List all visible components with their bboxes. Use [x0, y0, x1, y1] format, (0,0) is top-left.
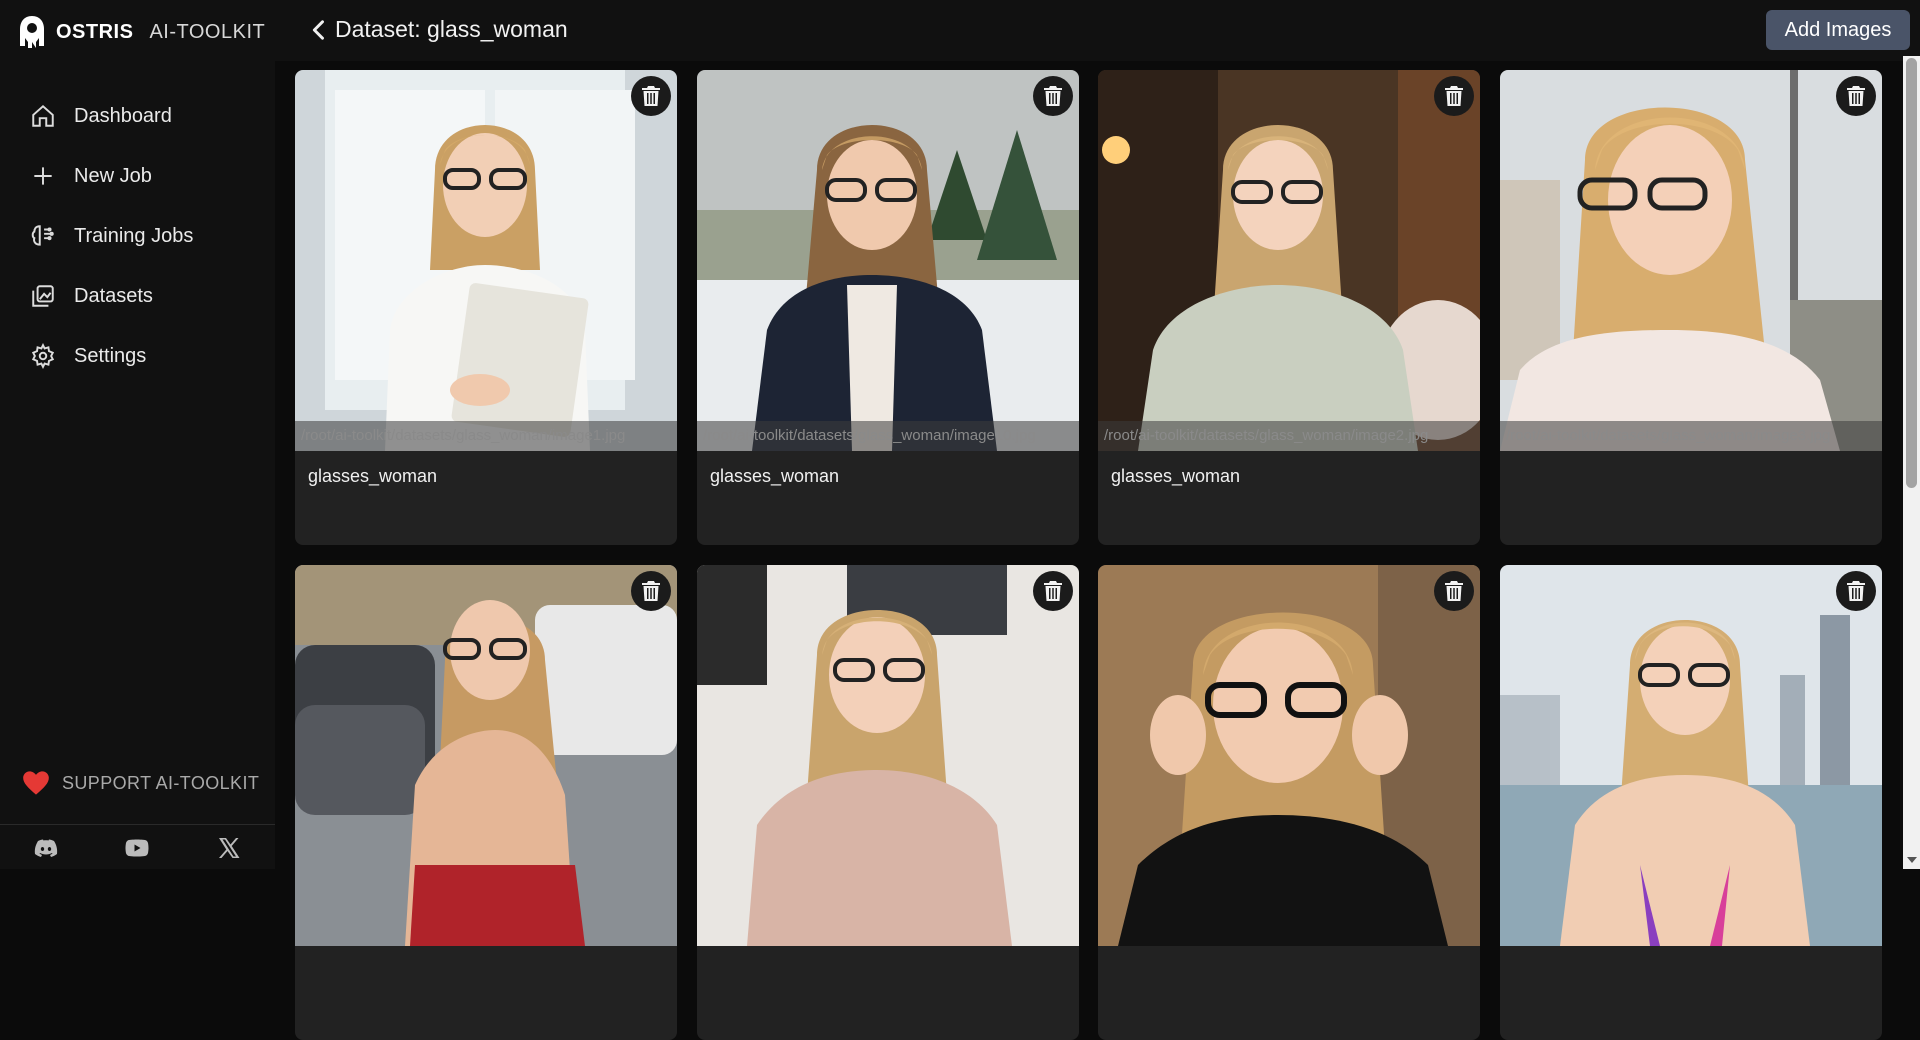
page-title: Dataset: glass_woman: [335, 16, 568, 42]
dataset-image: [697, 70, 1079, 451]
dataset-image: [1098, 70, 1480, 451]
brand-name-bold: OSTRIS: [56, 20, 134, 43]
image-caption[interactable]: glasses_woman: [308, 466, 437, 487]
image-path: /root/ai-toolkit/datasets/glass_woman/im…: [697, 421, 1079, 451]
image-card: [1500, 565, 1882, 1040]
brand-name-light: AI-TOOLKIT: [149, 20, 266, 43]
delete-image-button[interactable]: [631, 571, 671, 611]
sidebar-item-label: Training Jobs: [74, 224, 194, 247]
trash-icon: [1445, 86, 1463, 106]
image-card: /root/ai-toolkit/datasets/glass_woman/im…: [1098, 70, 1480, 545]
dataset-image: [1500, 565, 1882, 946]
trash-icon: [1847, 86, 1865, 106]
sidebar-nav: Dashboard New Job Training Jobs Datasets…: [20, 86, 260, 386]
heart-icon: [23, 771, 49, 795]
sidebar-item-datasets[interactable]: Datasets: [20, 266, 260, 326]
image-card: /root/ai-toolkit/datasets/glass_woman/im…: [295, 70, 677, 545]
sidebar-item-label: New Job: [74, 164, 152, 187]
add-images-button[interactable]: Add Images: [1766, 10, 1910, 50]
brand[interactable]: OSTRIS AI-TOOLKIT: [18, 14, 265, 50]
dataset-image: [295, 70, 677, 451]
image-caption[interactable]: glasses_woman: [710, 466, 839, 487]
scroll-down-arrow-icon[interactable]: [1907, 857, 1917, 863]
images-icon: [32, 285, 54, 307]
sidebar-item-label: Settings: [74, 344, 147, 367]
sidebar-item-training-jobs[interactable]: Training Jobs: [20, 206, 260, 266]
brain-icon: [31, 225, 54, 246]
delete-image-button[interactable]: [1033, 76, 1073, 116]
image-card: [295, 565, 677, 1040]
plus-icon: [34, 167, 52, 185]
trash-icon: [1847, 581, 1865, 601]
image-path: /root/ai-toolkit/datasets/glass_woman/im…: [295, 421, 677, 451]
sidebar-item-new-job[interactable]: New Job: [20, 146, 260, 206]
image-path: /root/ai-toolkit/datasets/glass_woman/im…: [1500, 421, 1882, 451]
header: Dataset: glass_woman Add Images: [275, 0, 1920, 61]
dataset-image: [697, 565, 1079, 946]
image-card: /root/ai-toolkit/datasets/glass_woman/im…: [697, 70, 1079, 545]
image-caption[interactable]: glasses_woman: [1111, 466, 1240, 487]
gear-icon: [31, 343, 55, 369]
dataset-image: [1098, 565, 1480, 946]
support-label: SUPPORT AI-TOOLKIT: [62, 772, 260, 793]
support-link[interactable]: SUPPORT AI-TOOLKIT: [22, 770, 259, 796]
trash-icon: [642, 86, 660, 106]
sidebar-item-label: Datasets: [74, 284, 153, 307]
trash-icon: [642, 581, 660, 601]
sidebar: OSTRIS AI-TOOLKIT Dashboard New Job Trai…: [0, 0, 275, 869]
sidebar-item-dashboard[interactable]: Dashboard: [20, 86, 260, 146]
delete-image-button[interactable]: [1836, 571, 1876, 611]
delete-image-button[interactable]: [1434, 571, 1474, 611]
discord-icon[interactable]: [34, 837, 58, 859]
trash-icon: [1445, 581, 1463, 601]
social-links: [0, 824, 275, 870]
image-path: /root/ai-toolkit/datasets/glass_woman/im…: [1098, 421, 1480, 451]
sidebar-item-label: Dashboard: [74, 104, 172, 127]
image-card: /root/ai-toolkit/datasets/glass_woman/im…: [1500, 70, 1882, 545]
delete-image-button[interactable]: [631, 76, 671, 116]
dataset-image: [1500, 70, 1882, 451]
vertical-scrollbar[interactable]: [1903, 56, 1920, 869]
dataset-image: [295, 565, 677, 946]
delete-image-button[interactable]: [1434, 76, 1474, 116]
x-icon[interactable]: [217, 837, 241, 859]
youtube-icon[interactable]: [125, 837, 149, 859]
chevron-left-icon[interactable]: [305, 16, 333, 44]
delete-image-button[interactable]: [1033, 571, 1073, 611]
ostris-logo-icon: [20, 16, 44, 48]
trash-icon: [1044, 86, 1062, 106]
home-icon: [32, 104, 54, 127]
image-card: [697, 565, 1079, 1040]
image-card: [1098, 565, 1480, 1040]
delete-image-button[interactable]: [1836, 76, 1876, 116]
trash-icon: [1044, 581, 1062, 601]
scrollbar-thumb[interactable]: [1906, 58, 1917, 488]
sidebar-item-settings[interactable]: Settings: [20, 326, 260, 386]
